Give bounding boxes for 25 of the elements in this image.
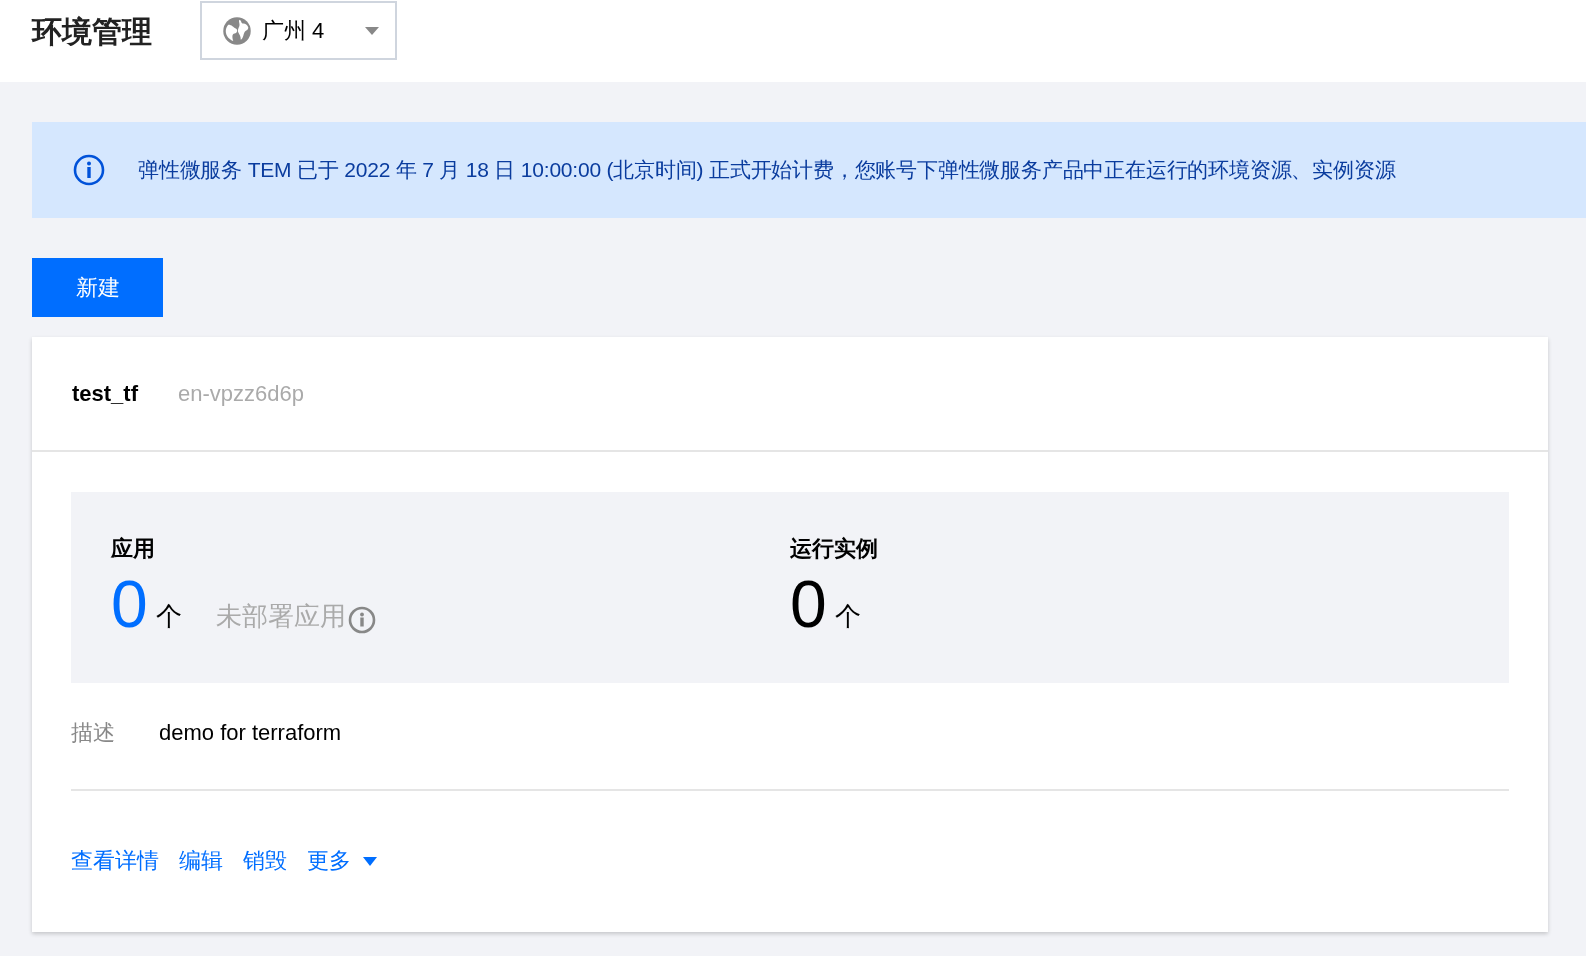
environment-name: test_tf xyxy=(72,380,138,407)
stat-value: 0 xyxy=(790,568,827,640)
stat-note: 未部署应用 xyxy=(215,600,346,633)
stat-unit: 个 xyxy=(155,600,182,633)
action-link[interactable]: 查看详情 xyxy=(71,846,159,876)
notice-text: 弹性微服务 TEM 已于 2022 年 7 月 18 日 10:00:00 (北京时间) 正式开始计费，您账号下弹性微服务产品中正在运行的环境资源、实例资源 xyxy=(138,157,1396,183)
region-label: 广州 4 xyxy=(262,16,326,45)
action-link[interactable]: 编辑 xyxy=(179,846,223,876)
description-text: demo for terraform xyxy=(159,720,342,746)
action-link[interactable]: 销毁 xyxy=(243,846,287,876)
stat-value: 0 xyxy=(111,568,148,640)
caret-icon xyxy=(365,26,379,35)
globe-icon xyxy=(222,15,252,46)
more-dropdown[interactable]: 更多 xyxy=(307,846,377,876)
info-icon xyxy=(73,154,105,186)
create-button[interactable]: 新建 xyxy=(32,258,163,317)
stat-label: 运行实例 xyxy=(790,535,879,563)
description-label: 描述 xyxy=(71,719,116,747)
region-select[interactable]: 广州 4 xyxy=(200,1,397,60)
caret-icon xyxy=(363,856,377,866)
stat-label: 应用 xyxy=(111,535,156,563)
environment-id: en-vpzz6d6p xyxy=(178,380,304,407)
info-icon[interactable] xyxy=(347,606,376,634)
stat-unit: 个 xyxy=(834,600,861,633)
page-title: 环境管理 xyxy=(32,14,153,50)
